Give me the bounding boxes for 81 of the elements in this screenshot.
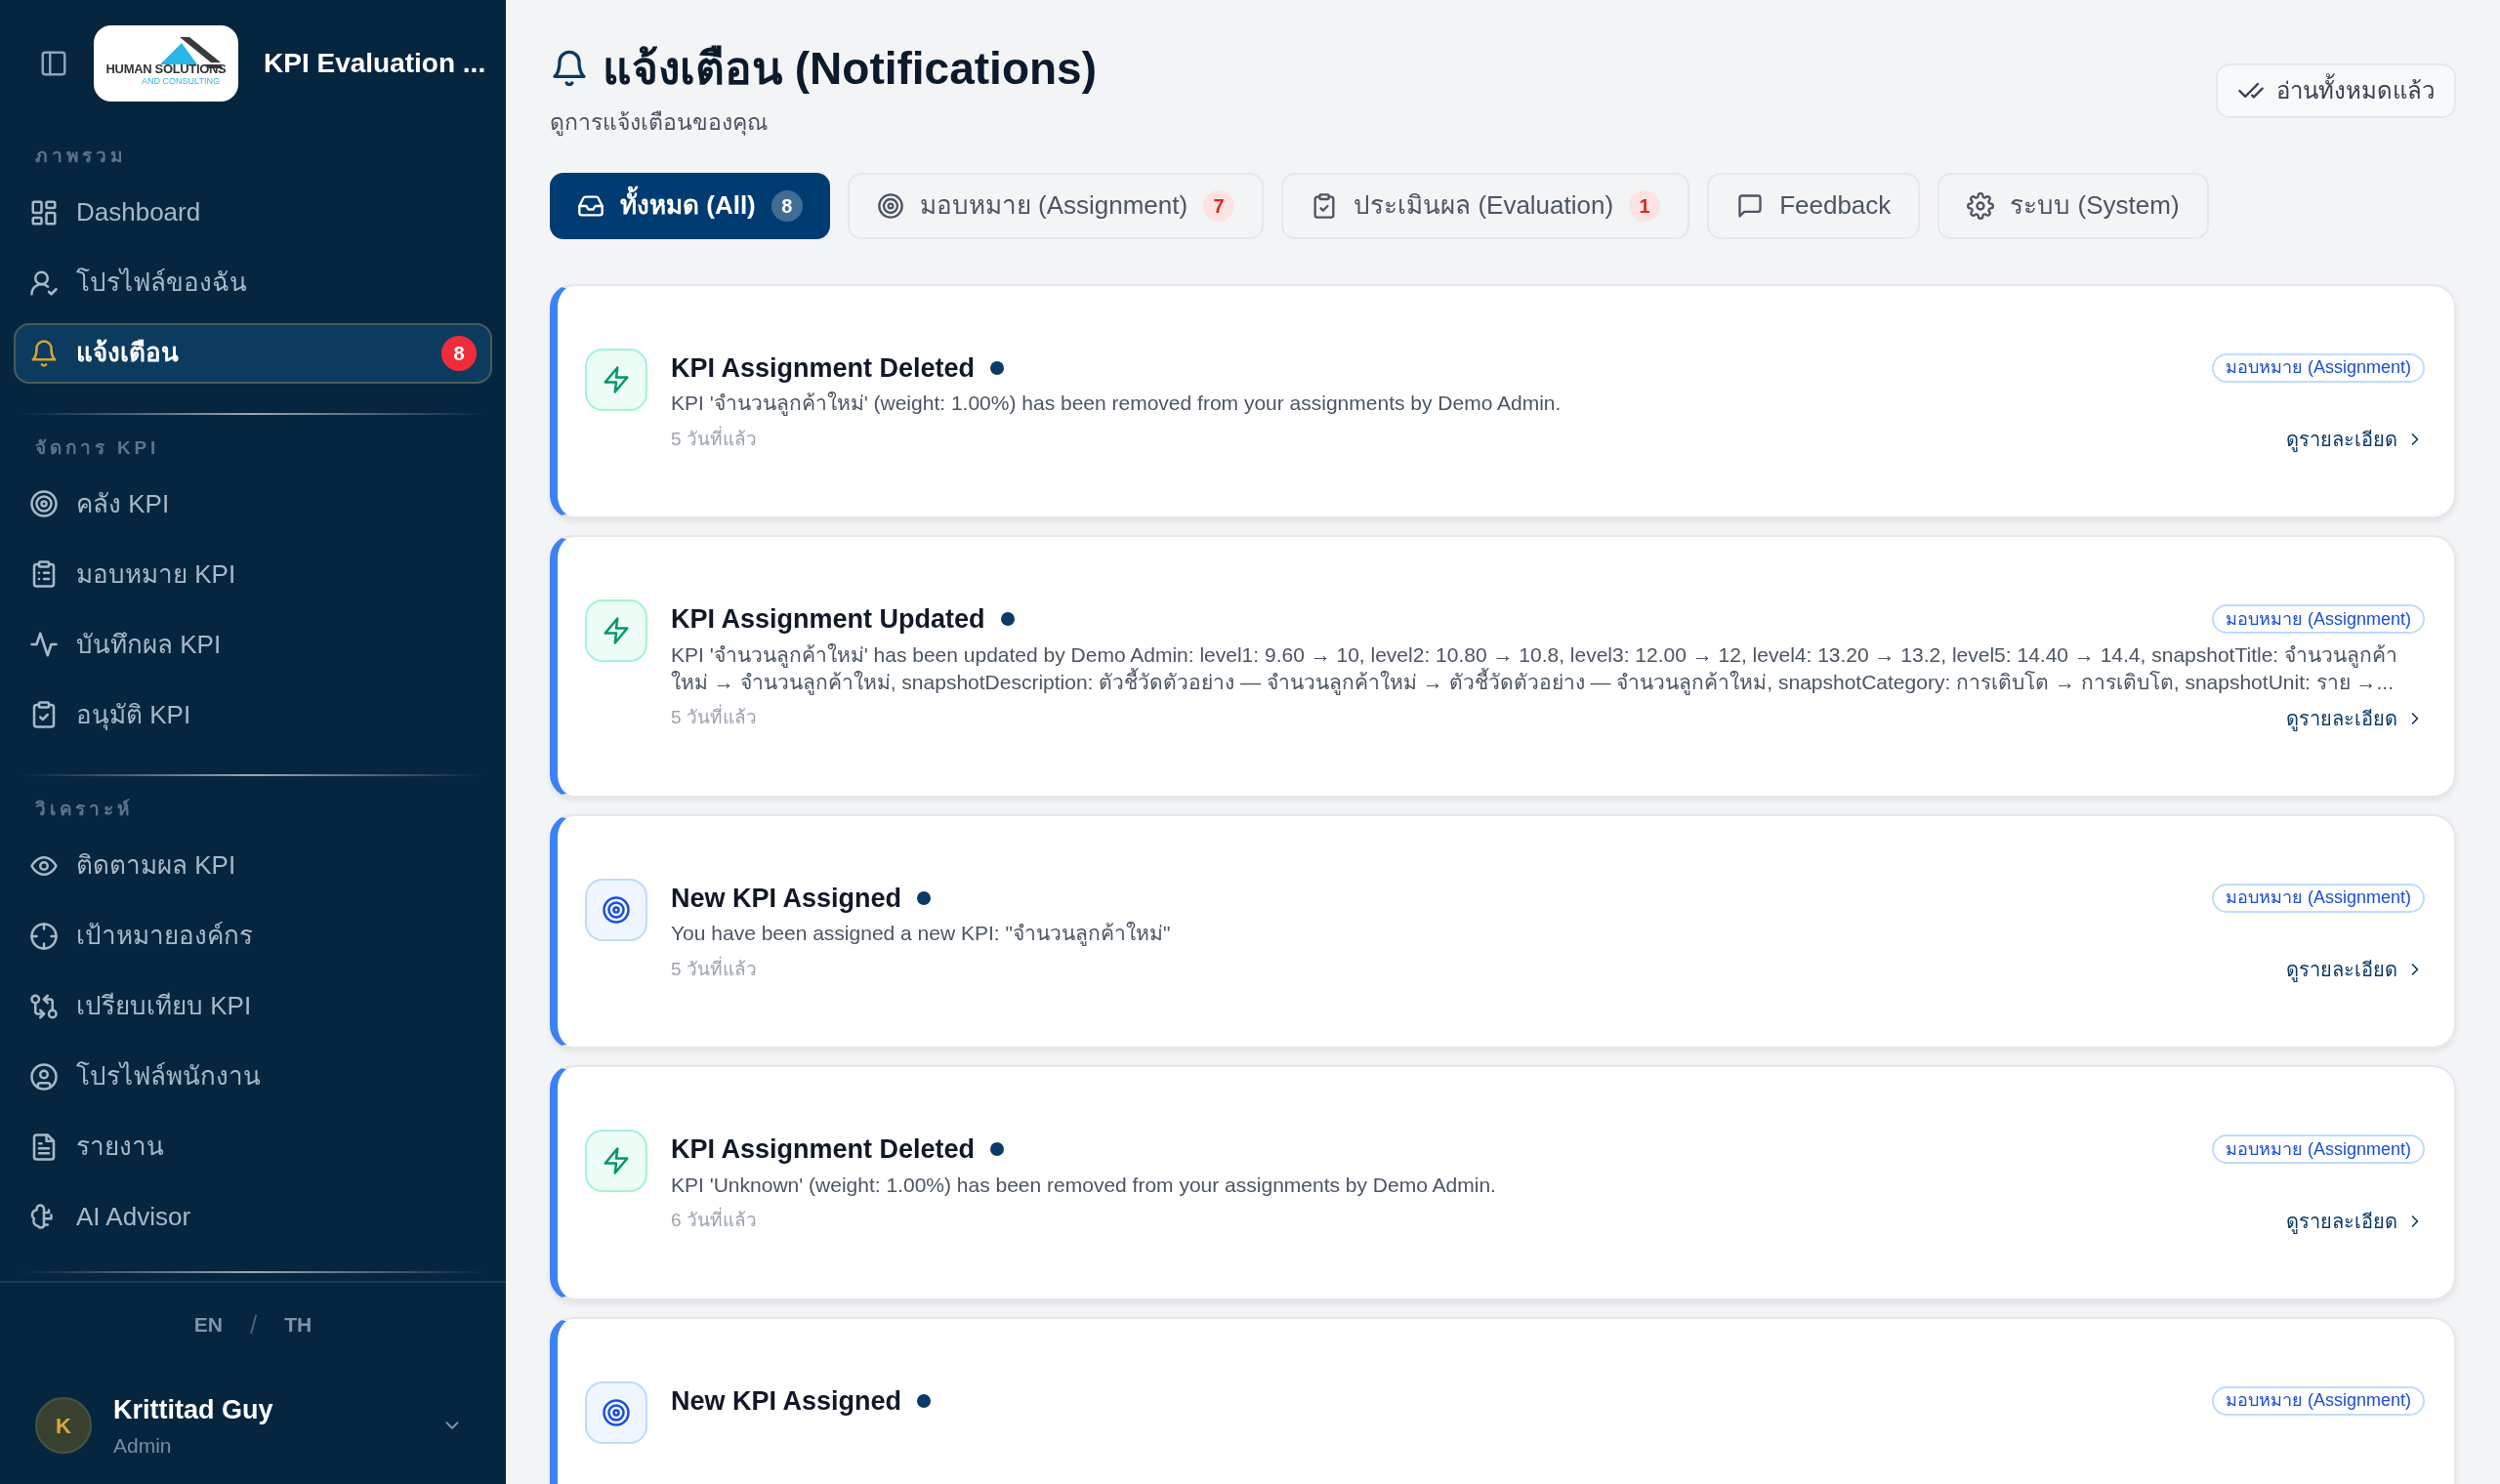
notification-message: KPI 'จำนวนลูกค้าใหม่' has been updated by Demo Admin: level1: 9.60 → 10, level2: 10.80 → 10.8, level3: 12.00 → 12, level4: 13.20 → 13.2, level5: 14.40 → 14.4, snapshotTitle: จำนวนลูกค้าใหม่ → จำนวนลูกค้าใหม่, snapshotDescription: ตัวชี้วัดตัวอย่าง — จำนวนลูกค้าใหม่ → ตัวชี้วัดตัวอย่าง — จำนวนลูกค้าใหม่, snapshotCategory: การเติบโต → การเติบโต, snapshotUnit: ราย →... xyxy=(671,641,2398,696)
view-details-link[interactable]: ดูรายละเอียด xyxy=(2286,425,2425,454)
logo-subtext: AND CONSULTING xyxy=(142,77,220,86)
compare-icon xyxy=(29,991,59,1021)
nav-item[interactable]: เป้าหมายองค์กร xyxy=(14,905,492,967)
notification-title: KPI Assignment Deleted xyxy=(671,1134,976,1166)
timestamp: 5 วันที่แล้ว xyxy=(671,425,757,451)
section-label: จัดการ KPI xyxy=(34,435,161,460)
section-label: วิเคราะห์ xyxy=(34,798,135,821)
nav-item[interactable]: มอบหมาย KPI xyxy=(14,544,492,604)
target-icon xyxy=(29,489,59,518)
nav-item[interactable]: รายงาน xyxy=(14,1116,492,1177)
mark-all-read-button[interactable]: อ่านทั้งหมดแล้ว xyxy=(2216,63,2456,118)
category-tag: มอบหมาย (Assignment) xyxy=(2211,883,2425,913)
nav-item[interactable]: แจ้งเตือน 8 xyxy=(14,322,492,384)
sidebar-toggle-icon xyxy=(39,49,68,78)
category-tag: มอบหมาย (Assignment) xyxy=(2211,1134,2425,1165)
count-badge: 8 xyxy=(441,335,477,371)
count-badge: 8 xyxy=(771,189,803,222)
user-avatar: K xyxy=(35,1397,92,1454)
view-details-link[interactable]: ดูรายละเอียด xyxy=(2286,1206,2425,1236)
nav-item[interactable]: คลัง KPI xyxy=(14,474,492,534)
count-badge: 1 xyxy=(1629,189,1661,222)
category-tag: มอบหมาย (Assignment) xyxy=(2211,352,2425,383)
sidebar-toggle[interactable] xyxy=(39,49,68,78)
page-title: แจ้งเตือน (Notifications) xyxy=(603,42,1097,96)
bell-icon xyxy=(29,338,59,368)
nav-item[interactable]: บันทึกผล KPI xyxy=(14,614,492,675)
category-tag: มอบหมาย (Assignment) xyxy=(2211,1385,2425,1416)
language-option[interactable]: EN xyxy=(193,1309,223,1340)
target-icon xyxy=(602,894,631,925)
filter-tab[interactable]: Feedback xyxy=(1707,172,1921,239)
user-circle-icon xyxy=(29,1061,59,1092)
crosshair-icon xyxy=(29,921,59,951)
nav-item[interactable]: เปรียบเทียบ KPI xyxy=(14,975,492,1037)
target-icon xyxy=(602,1397,631,1427)
filter-tab[interactable]: มอบหมาย (Assignment) 7 xyxy=(847,172,1265,239)
timestamp: 5 วันที่แล้ว xyxy=(671,955,757,981)
nav-item[interactable]: AI Advisor xyxy=(14,1186,492,1248)
count-badge: 7 xyxy=(1203,189,1235,222)
lightning-icon xyxy=(602,1146,631,1175)
nav-item[interactable]: โปรไฟล์ของฉัน xyxy=(14,252,492,313)
language-option[interactable]: TH xyxy=(284,1309,312,1340)
notification-card[interactable]: KPI Assignment Deleted มอบหมาย (Assignment) KPI 'Unknown' (weight: 1.00%) has been removed from your assignments by Demo Admin. 6 วันที่แล้ว ดูรายละเอียด xyxy=(550,1065,2456,1300)
filter-tab[interactable]: ระบบ (System) xyxy=(1938,172,2209,239)
message-icon xyxy=(1736,191,1765,220)
user-menu[interactable]: K Krittitad Guy Admin xyxy=(0,1367,506,1484)
user-name: Krittitad Guy xyxy=(113,1394,274,1426)
notification-message: KPI 'Unknown' (weight: 1.00%) has been removed from your assignments by Demo Admin. xyxy=(671,1172,1497,1198)
nav-item[interactable]: โปรไฟล์พนักงาน xyxy=(14,1046,492,1107)
nav-item[interactable]: ติดตามผล KPI xyxy=(14,835,492,896)
timestamp: 6 วันที่แล้ว xyxy=(671,1207,757,1235)
notification-card[interactable]: KPI Assignment Deleted มอบหมาย (Assignment) KPI 'จำนวนลูกค้าใหม่' (weight: 1.00%) has been removed from your assignments by Demo Admin. 5 วันที่แล้ว ดูรายละเอียด xyxy=(550,283,2456,518)
notification-title: New KPI Assigned xyxy=(671,882,902,915)
notification-message: KPI 'จำนวนลูกค้าใหม่' (weight: 1.00%) has been removed from your assignments by Demo Admin. xyxy=(671,391,1562,417)
filter-tab[interactable]: ประเมินผล (Evaluation) 1 xyxy=(1281,172,1690,239)
notification-title: KPI Assignment Updated xyxy=(671,603,985,636)
user-role: Admin xyxy=(113,1432,173,1459)
section-label: ภาพรวม xyxy=(34,144,128,168)
filter-tab[interactable]: ทั้งหมด (All) 8 xyxy=(550,172,830,239)
lightning-icon xyxy=(602,364,631,394)
view-details-link[interactable]: ดูรายละเอียด xyxy=(2286,955,2425,984)
target-icon xyxy=(876,191,904,220)
nav-item[interactable]: อนุมัติ KPI xyxy=(14,684,492,745)
notification-title: New KPI Assigned xyxy=(671,1384,902,1418)
page-subtitle: ดูการแจ้งเตือนของคุณ xyxy=(550,108,769,138)
notification-card[interactable]: New KPI Assigned มอบหมาย (Assignment) xyxy=(550,1316,2456,1484)
notification-message: You have been assigned a new KPI: "จำนวนลูกค้าใหม่" xyxy=(671,921,1172,947)
app-title: KPI Evaluation ... xyxy=(264,47,486,80)
settings-icon xyxy=(1967,191,1995,220)
category-tag: มอบหมาย (Assignment) xyxy=(2211,604,2425,635)
view-details-link[interactable]: ดูรายละเอียด xyxy=(2286,703,2425,733)
nav-item[interactable]: Dashboard xyxy=(14,182,492,243)
bell-icon xyxy=(550,49,589,88)
separator: / xyxy=(249,1308,258,1341)
lightning-icon xyxy=(602,616,631,645)
timestamp: 5 วันที่แล้ว xyxy=(671,704,757,732)
activity-icon xyxy=(29,630,59,659)
notification-title: KPI Assignment Deleted xyxy=(671,351,976,385)
notification-card[interactable]: New KPI Assigned มอบหมาย (Assignment) You have been assigned a new KPI: "จำนวนลูกค้าใหม่" 5 วันที่แล้ว ดูรายละเอียด xyxy=(550,813,2456,1049)
notification-card[interactable] xyxy=(550,535,2456,798)
